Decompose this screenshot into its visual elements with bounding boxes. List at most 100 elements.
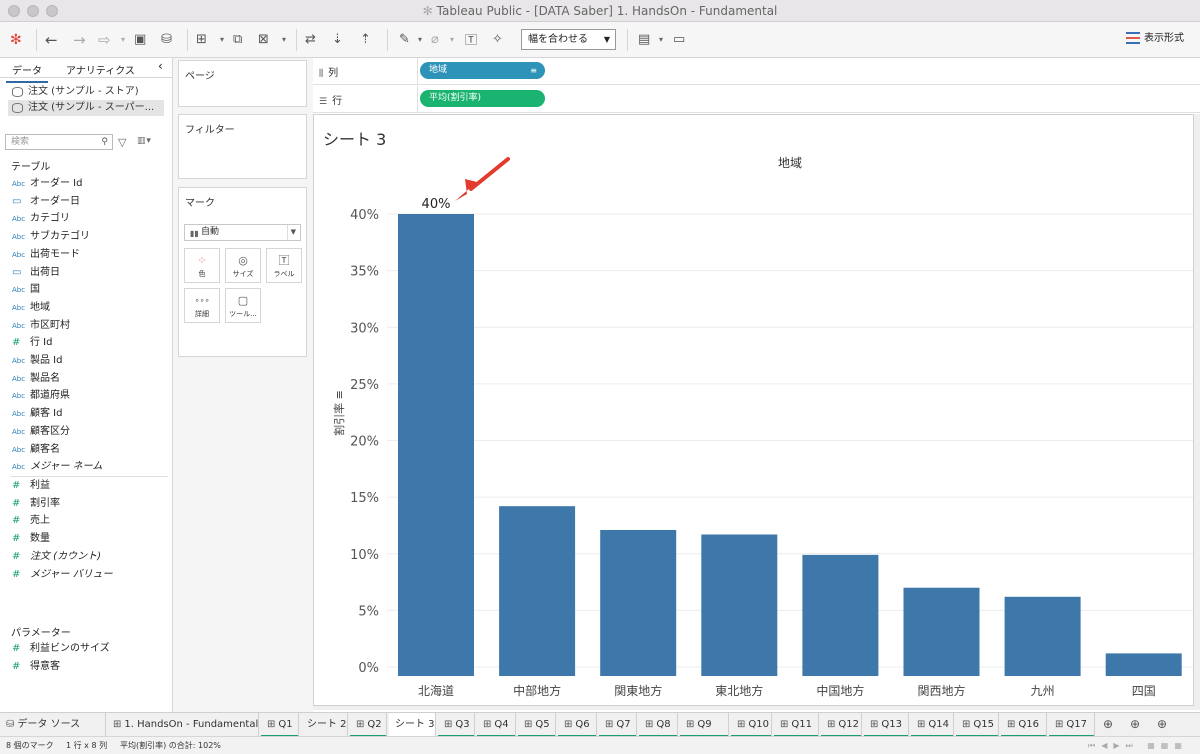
dimension-field[interactable]: # 行 Id xyxy=(12,334,52,351)
pages-card[interactable]: ページ xyxy=(178,60,307,107)
new-worksheet-icon[interactable]: ⊞ xyxy=(196,30,207,50)
sheet-tab[interactable]: ⊞ Q3 xyxy=(438,713,475,737)
dimension-field[interactable]: Abc 都道府県 xyxy=(12,387,70,404)
filters-card[interactable]: フィルター xyxy=(178,114,307,179)
collapse-pane-icon[interactable]: ‹ xyxy=(158,59,163,73)
size-button[interactable]: ◎ サイズ xyxy=(225,248,261,283)
sheet-tab[interactable]: ⊞ Q12 xyxy=(821,713,862,737)
redo-icon[interactable]: → xyxy=(73,30,86,50)
dimension-field[interactable]: Abc 市区町村 xyxy=(12,317,70,334)
sheet-tab[interactable]: ⊞ Q17 xyxy=(1049,713,1095,737)
dimension-field[interactable]: Abc 地域 xyxy=(12,299,50,316)
dimension-field[interactable]: Abc メジャー ネーム xyxy=(12,458,102,475)
tab-data[interactable]: データ xyxy=(6,62,48,83)
dimension-field[interactable]: Abc オーダー Id xyxy=(12,175,82,192)
sheet-tab[interactable]: ⊞ Q13 xyxy=(864,713,909,737)
dimension-field[interactable]: Abc 顧客 Id xyxy=(12,405,62,422)
dimension-field[interactable]: ▭ 出荷日 xyxy=(12,264,60,281)
filter-icon[interactable]: ▽ xyxy=(118,136,126,149)
dimension-field[interactable]: Abc 出荷モード xyxy=(12,246,80,263)
mark-type-select[interactable]: ▮▮ 自動 ▼ xyxy=(184,224,301,241)
sheet-tab[interactable]: シート 3 xyxy=(389,713,436,737)
sheet-tab[interactable]: ⊞ Q15 xyxy=(956,713,999,737)
label-icon: 🅃 xyxy=(278,254,290,267)
show-labels-icon[interactable]: 🅃 xyxy=(465,30,477,50)
measure-field[interactable]: # 数量 xyxy=(12,530,50,547)
dimension-field[interactable]: Abc 製品 Id xyxy=(12,352,62,369)
search-input[interactable]: 検索 ⚲ xyxy=(5,134,113,150)
sheet-tab[interactable]: ⊞ Q7 xyxy=(599,713,637,737)
sheet-tab[interactable]: ⊞ Q14 xyxy=(911,713,954,737)
dimension-field[interactable]: Abc 国 xyxy=(12,281,40,298)
show-cards-dropdown-icon[interactable]: ▾ xyxy=(659,30,663,50)
detail-button[interactable]: ∘∘∘ 詳細 xyxy=(184,288,220,323)
sheet-tab[interactable]: ⊞ Q8 xyxy=(639,713,678,737)
presentation-mode-icon[interactable]: ▭ xyxy=(673,30,685,50)
save-icon[interactable]: ▣ xyxy=(134,30,146,50)
sheet-tab[interactable]: ⊞ Q2 xyxy=(350,713,387,737)
sheet-tab[interactable]: ⊞ 1. HandsOn - Fundamental xyxy=(107,713,259,737)
fit-select[interactable]: 幅を合わせる ▼ xyxy=(521,29,616,50)
tab-analytics[interactable]: アナリティクス xyxy=(66,62,135,77)
sheet-tab[interactable]: ⊞ Q4 xyxy=(477,713,516,737)
sheet-tab[interactable]: シート 2 xyxy=(301,713,348,737)
columns-shelf[interactable]: ⫼ 列 地域 ≡ xyxy=(313,58,1200,85)
sheet-tab[interactable]: ⊞ Q1 xyxy=(261,713,299,737)
sheet-tab-label: Q8 xyxy=(656,719,671,730)
measure-field[interactable]: # メジャー バリュー xyxy=(12,566,113,583)
new-worksheet-tab-icon[interactable]: ⊕ xyxy=(1103,717,1113,731)
measure-field[interactable]: # 割引率 xyxy=(12,495,60,512)
highlight-dropdown-icon[interactable]: ▾ xyxy=(418,30,422,50)
worksheet-icon: ⊞ xyxy=(645,719,654,730)
dimension-field[interactable]: ▭ オーダー日 xyxy=(12,193,80,210)
new-dashboard-tab-icon[interactable]: ⊕ xyxy=(1130,717,1140,731)
dimension-field[interactable]: Abc 顧客名 xyxy=(12,441,60,458)
field-label: 出荷日 xyxy=(30,266,60,278)
dimension-field[interactable]: Abc 製品名 xyxy=(12,370,60,387)
sheet-tab[interactable]: ⊞ Q16 xyxy=(1001,713,1047,737)
view-options-icon[interactable]: ▥ ▾ xyxy=(137,136,151,146)
dimension-field[interactable]: Abc 顧客区分 xyxy=(12,423,70,440)
avg-discount-pill[interactable]: 平均(割引率) xyxy=(420,90,545,107)
datasource-item[interactable]: 注文 (サンプル - ストア) xyxy=(8,84,164,100)
replay-icon[interactable]: ⇨ xyxy=(98,30,111,50)
group-icon[interactable]: ⌀ xyxy=(431,30,439,50)
dimension-field[interactable]: Abc サブカテゴリ xyxy=(12,228,90,245)
highlight-icon[interactable]: ✎ xyxy=(399,30,410,50)
sheet-tab[interactable]: ⊞ Q10 xyxy=(731,713,772,737)
swap-rows-columns-icon[interactable]: ⇄ xyxy=(305,30,316,50)
measure-field[interactable]: # 売上 xyxy=(12,512,50,529)
dimension-field[interactable]: Abc カテゴリ xyxy=(12,210,70,227)
measure-field[interactable]: # 利益 xyxy=(12,477,50,494)
region-pill[interactable]: 地域 ≡ xyxy=(420,62,545,79)
clear-sheet-icon[interactable]: ⊠ xyxy=(258,30,269,50)
new-story-tab-icon[interactable]: ⊕ xyxy=(1157,717,1167,731)
rows-shelf[interactable]: ☰ 行 平均(割引率) xyxy=(313,86,1200,113)
sort-descending-icon[interactable]: ⇡ xyxy=(360,30,371,50)
group-dropdown-icon[interactable]: ▾ xyxy=(450,30,454,50)
datasource-item-selected[interactable]: 注文 (サンプル - スーパー... xyxy=(8,100,164,116)
sheet-tab[interactable]: ⊞ Q9 xyxy=(680,713,729,737)
show-cards-icon[interactable]: ▤ xyxy=(638,30,650,50)
sort-ascending-icon[interactable]: ⇣ xyxy=(332,30,343,50)
color-button[interactable]: ⁘ 色 xyxy=(184,248,220,283)
clear-dropdown-icon[interactable]: ▾ xyxy=(282,30,286,50)
label-button[interactable]: 🅃 ラベル xyxy=(266,248,302,283)
sheet-tab[interactable]: ⊞ Q11 xyxy=(774,713,819,737)
parameter-field[interactable]: # 利益ビンのサイズ xyxy=(12,640,110,657)
replay-dropdown-icon[interactable]: ▾ xyxy=(121,30,125,50)
show-me-button[interactable]: 表示形式 xyxy=(1126,32,1184,46)
tableau-home-icon[interactable]: ✻ xyxy=(10,30,22,50)
tab-nav-arrows[interactable]: ⏮◀▶⏭ ▦▦▦ xyxy=(1088,737,1188,754)
tooltip-button[interactable]: ▢ ツール... xyxy=(225,288,261,323)
sheet-tab[interactable]: ⊞ Q5 xyxy=(518,713,556,737)
new-datasource-icon[interactable]: ⛁ xyxy=(161,30,172,50)
sheet-tab[interactable]: ⊞ Q6 xyxy=(558,713,597,737)
pin-icon[interactable]: ✧ xyxy=(492,30,503,50)
tab-datasource[interactable]: ⛁ データ ソース xyxy=(0,713,106,737)
duplicate-sheet-icon[interactable]: ⧉ xyxy=(233,30,242,50)
parameter-field[interactable]: # 得意客 xyxy=(12,658,60,675)
new-worksheet-dropdown-icon[interactable]: ▾ xyxy=(220,30,224,50)
undo-icon[interactable]: ← xyxy=(45,30,58,50)
measure-field[interactable]: # 注文 (カウント) xyxy=(12,548,101,565)
